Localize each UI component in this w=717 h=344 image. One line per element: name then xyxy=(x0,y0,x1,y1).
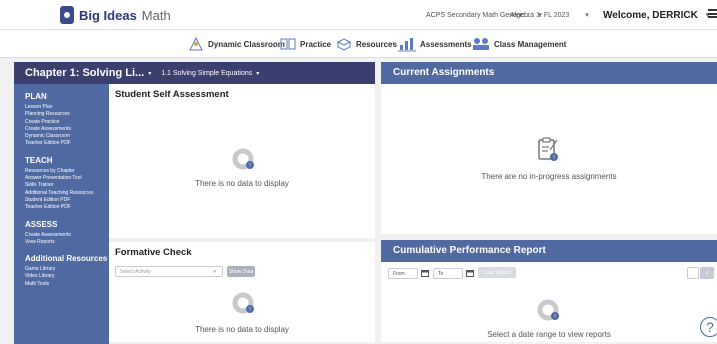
svg-text:!: ! xyxy=(249,163,251,169)
resources-icon xyxy=(336,38,352,51)
chapter-select[interactable]: Chapter 1: Solving Li... xyxy=(25,67,144,79)
donut-chart-icon: ! xyxy=(232,148,254,170)
welcome-text: Welcome, DERRICK xyxy=(603,9,698,21)
cumulative-report-header: Cumulative Performance Report xyxy=(381,240,717,262)
sidebar-link[interactable]: Create Assessments xyxy=(25,232,109,239)
clipboard-icon: ! xyxy=(538,137,558,161)
sidebar-link[interactable]: Teacher Edition PDF xyxy=(25,204,109,211)
nav-resources[interactable]: Resources xyxy=(336,35,397,53)
chevron-down-icon: ▾ xyxy=(213,268,216,275)
sidebar-link[interactable]: Create Practice xyxy=(25,119,109,126)
logo-text-bold: Big Ideas xyxy=(79,7,137,23)
sidebar: PLAN Lesson Plan Planning Resources Crea… xyxy=(14,84,109,344)
calendar-icon[interactable] xyxy=(466,269,474,277)
activity-select-placeholder: Select Activity xyxy=(120,268,151,275)
sidebar-heading: Additional Resources xyxy=(25,254,108,264)
cumulative-report-card: From To Load Report ⌕ ! Select a date ra… xyxy=(381,262,717,342)
report-option-box[interactable] xyxy=(687,267,699,279)
nav-label: Practice xyxy=(300,39,332,49)
formative-check-card: Formative Check Select Activity ▾ Show D… xyxy=(109,242,375,342)
logo-text-math: Math xyxy=(141,7,171,23)
show-data-button[interactable]: Show Data xyxy=(227,266,255,277)
sidebar-plan: PLAN Lesson Plan Planning Resources Crea… xyxy=(25,92,109,148)
book-select[interactable]: Algebra 1: FL 2023 ▾ xyxy=(510,7,589,23)
svg-text:!: ! xyxy=(553,155,555,161)
sidebar-link[interactable]: Resources by Chapter xyxy=(25,168,109,175)
big-ideas-logo-icon xyxy=(60,6,74,24)
from-date-input[interactable]: From xyxy=(388,268,418,279)
logo[interactable]: Big Ideas Math xyxy=(60,6,171,24)
practice-book-icon xyxy=(280,38,296,50)
empty-message: There are no in-progress assignments xyxy=(481,172,617,181)
svg-text:!: ! xyxy=(554,314,556,320)
sidebar-heading: ASSESS xyxy=(25,219,58,229)
hamburger-menu-icon[interactable] xyxy=(708,9,717,18)
sidebar-teach: TEACH Resources by Chapter Answer Presen… xyxy=(25,156,109,212)
user-menu[interactable]: Welcome, DERRICK ▾ xyxy=(603,5,709,25)
current-assignments-header: Current Assignments xyxy=(381,62,717,84)
nav-label: Assessments xyxy=(420,39,472,49)
chevron-down-icon: ▾ xyxy=(585,12,589,19)
section-select[interactable]: 1.1 Solving Simple Equations xyxy=(161,70,252,77)
sidebar-link[interactable]: Teacher Edition PDF xyxy=(25,140,109,147)
sidebar-link[interactable]: Planning Resources xyxy=(25,111,109,118)
top-bar: Big Ideas Math ACPS Secondary Math Gener… xyxy=(0,0,717,30)
chevron-down-icon[interactable]: ▾ xyxy=(148,70,151,77)
sidebar-link[interactable]: Lesson Plan xyxy=(25,104,109,111)
search-icon: ⌕ xyxy=(705,269,709,276)
search-button[interactable]: ⌕ xyxy=(700,267,714,279)
card-title: Student Self Assessment xyxy=(115,89,229,100)
help-question-icon[interactable]: ? xyxy=(700,317,717,337)
empty-message: There is no data to display xyxy=(195,325,289,334)
sidebar-additional: Additional Resources Game Library Video … xyxy=(25,254,109,288)
sidebar-link[interactable]: Answer Presentation Tool xyxy=(25,175,109,182)
chevron-down-icon[interactable]: ▾ xyxy=(256,70,259,77)
activity-select[interactable]: Select Activity ▾ xyxy=(115,266,223,277)
chapter-bar: Chapter 1: Solving Li... ▾ 1.1 Solving S… xyxy=(14,62,375,84)
svg-text:!: ! xyxy=(249,307,251,313)
class-management-icon xyxy=(473,38,489,50)
nav-label: Dynamic Classroom xyxy=(208,39,285,49)
dynamic-classroom-icon xyxy=(189,36,203,51)
sidebar-heading: TEACH xyxy=(25,155,53,165)
nav-class-management[interactable]: Class Management xyxy=(472,35,566,53)
card-title: Formative Check xyxy=(115,247,192,258)
sidebar-link[interactable]: Game Library xyxy=(25,266,109,273)
nav-label: Resources xyxy=(356,39,397,49)
main-nav: Dynamic Classroom Practice Resources Ass… xyxy=(0,30,717,58)
sidebar-link[interactable]: Dynamic Classroom xyxy=(25,133,109,140)
book-select-value: Algebra 1: FL 2023 xyxy=(510,11,570,19)
donut-chart-icon: ! xyxy=(537,299,559,321)
nav-label: Class Management xyxy=(494,39,567,49)
sidebar-assess: ASSESS Create Assessments View Reports xyxy=(25,220,109,247)
current-assignments-card: ! There are no in-progress assignments xyxy=(381,84,717,234)
to-date-input[interactable]: To xyxy=(433,268,463,279)
load-report-button[interactable]: Load Report xyxy=(478,267,516,278)
empty-message: There is no data to display xyxy=(195,179,289,188)
sidebar-link[interactable]: Video Library xyxy=(25,273,109,280)
donut-chart-icon: ! xyxy=(232,292,254,314)
nav-dynamic-classroom[interactable]: Dynamic Classroom xyxy=(188,35,285,53)
nav-practice[interactable]: Practice xyxy=(280,35,331,53)
sidebar-link[interactable]: Math Tools xyxy=(25,281,109,288)
nav-assessments[interactable]: Assessments xyxy=(398,35,472,53)
sidebar-link[interactable]: Create Assessments xyxy=(25,126,109,133)
sidebar-link[interactable]: View Reports xyxy=(25,239,109,246)
sidebar-link[interactable]: Skills Trainer xyxy=(25,182,109,189)
self-assessment-card: Student Self Assessment ! There is no da… xyxy=(109,84,375,238)
assessments-chart-icon xyxy=(398,38,416,52)
sidebar-link[interactable]: Additional Teaching Resources xyxy=(25,190,109,197)
empty-message: Select a date range to view reports xyxy=(487,330,611,339)
sidebar-link[interactable]: Student Edition PDF xyxy=(25,197,109,204)
calendar-icon[interactable] xyxy=(421,269,429,277)
sidebar-heading: PLAN xyxy=(25,92,47,101)
